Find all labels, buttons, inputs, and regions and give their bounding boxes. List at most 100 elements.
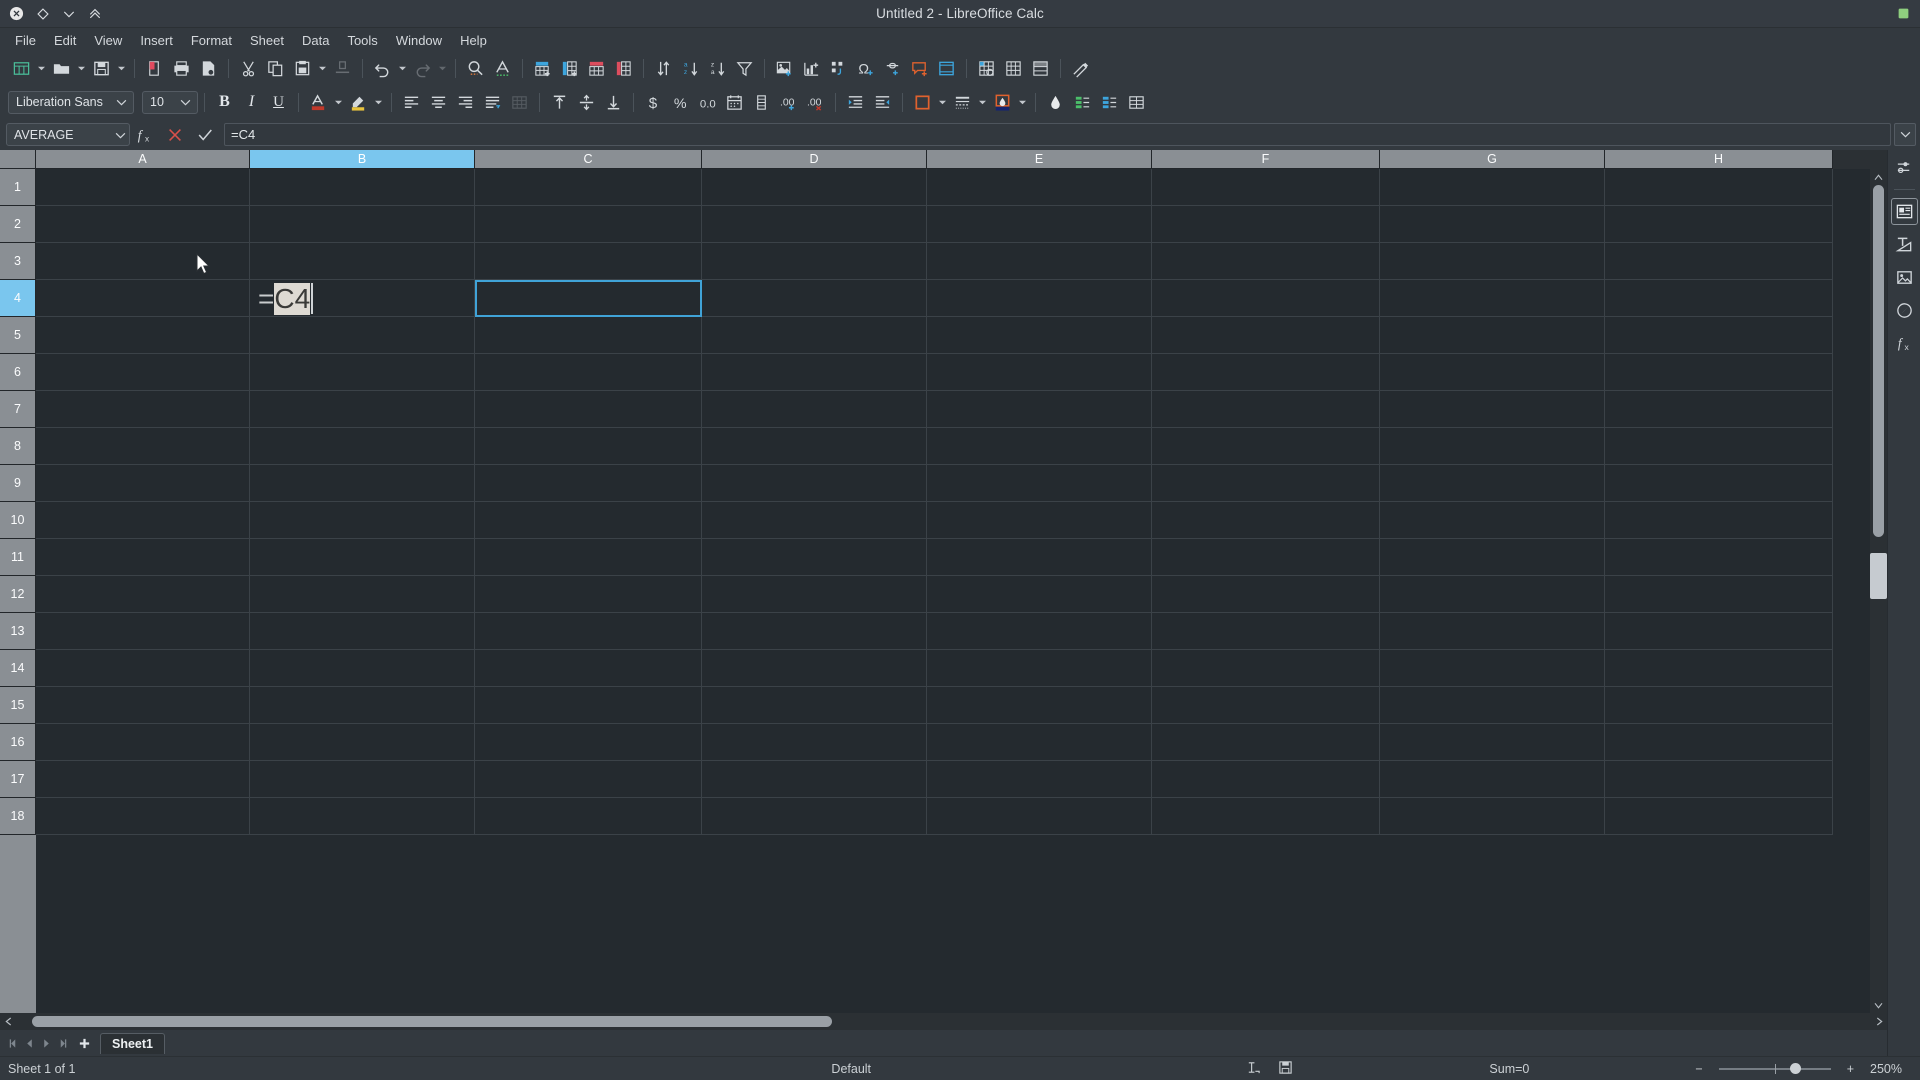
- cell-H2[interactable]: [1605, 206, 1833, 243]
- cell-H10[interactable]: [1605, 502, 1833, 539]
- open-file-button[interactable]: [48, 55, 75, 82]
- cell-A5[interactable]: [36, 317, 250, 354]
- horizontal-scroll-thumb[interactable]: [32, 1016, 832, 1027]
- menu-item-help[interactable]: Help: [451, 30, 496, 51]
- spelling-button[interactable]: [489, 55, 516, 82]
- cell-B16[interactable]: [250, 724, 475, 761]
- row-header-7[interactable]: 7: [0, 391, 36, 428]
- cell-G14[interactable]: [1380, 650, 1605, 687]
- horizontal-scroll-track[interactable]: [16, 1013, 1871, 1030]
- function-wizard-button[interactable]: fx: [130, 122, 160, 148]
- sort-descending-button[interactable]: za: [704, 55, 731, 82]
- cell-E13[interactable]: [927, 613, 1152, 650]
- cell-G15[interactable]: [1380, 687, 1605, 724]
- scroll-down-button[interactable]: [1870, 997, 1887, 1013]
- cell-C17[interactable]: [475, 761, 702, 798]
- cell-E15[interactable]: [927, 687, 1152, 724]
- accept-formula-button[interactable]: [190, 122, 220, 148]
- row-header-2[interactable]: 2: [0, 206, 36, 243]
- cell-H14[interactable]: [1605, 650, 1833, 687]
- align-right-button[interactable]: [452, 89, 479, 116]
- column-header-a[interactable]: A: [36, 150, 250, 169]
- column-header-c[interactable]: C: [475, 150, 702, 169]
- zoom-slider-knob[interactable]: [1789, 1062, 1801, 1074]
- menu-item-view[interactable]: View: [85, 30, 131, 51]
- cell-E17[interactable]: [927, 761, 1152, 798]
- zoom-slider-track[interactable]: [1718, 1062, 1831, 1074]
- delete-row-button[interactable]: [583, 55, 610, 82]
- row-header-8[interactable]: 8: [0, 428, 36, 465]
- add-decimal-button[interactable]: .00: [775, 89, 802, 116]
- cell-E9[interactable]: [927, 465, 1152, 502]
- cell-D12[interactable]: [702, 576, 927, 613]
- redo-button[interactable]: [409, 55, 436, 82]
- page-style-status[interactable]: Default: [823, 1062, 879, 1076]
- styles-button[interactable]: [1096, 89, 1123, 116]
- define-print-area-button[interactable]: [1027, 55, 1054, 82]
- cell-F10[interactable]: [1152, 502, 1380, 539]
- cell-C3[interactable]: [475, 243, 702, 280]
- row-header-4[interactable]: 4: [0, 280, 36, 317]
- sidebar-settings-icon[interactable]: [1891, 154, 1918, 181]
- cell-C4[interactable]: [475, 280, 702, 317]
- insert-chart-button[interactable]: [798, 55, 825, 82]
- first-sheet-icon[interactable]: [4, 1032, 21, 1054]
- cell-A12[interactable]: [36, 576, 250, 613]
- sidebar-item-gallery[interactable]: [1891, 264, 1918, 291]
- menu-item-sheet[interactable]: Sheet: [241, 30, 293, 51]
- cell-A11[interactable]: [36, 539, 250, 576]
- horizontal-scrollbar[interactable]: [0, 1013, 1887, 1030]
- align-left-button[interactable]: [398, 89, 425, 116]
- cell-H7[interactable]: [1605, 391, 1833, 428]
- cell-G10[interactable]: [1380, 502, 1605, 539]
- cell-F1[interactable]: [1152, 169, 1380, 206]
- cell-E18[interactable]: [927, 798, 1152, 835]
- paste-dropdown[interactable]: [316, 55, 329, 82]
- cell-B7[interactable]: [250, 391, 475, 428]
- bold-button[interactable]: B: [211, 89, 238, 116]
- clone-formatting-button[interactable]: [329, 55, 356, 82]
- row-header-16[interactable]: 16: [0, 724, 36, 761]
- cell-D6[interactable]: [702, 354, 927, 391]
- cell-H3[interactable]: [1605, 243, 1833, 280]
- cell-E3[interactable]: [927, 243, 1152, 280]
- cell-A16[interactable]: [36, 724, 250, 761]
- cell-F8[interactable]: [1152, 428, 1380, 465]
- cell-B8[interactable]: [250, 428, 475, 465]
- cell-E7[interactable]: [927, 391, 1152, 428]
- cell-A4[interactable]: [36, 280, 250, 317]
- cell-D9[interactable]: [702, 465, 927, 502]
- cell-E8[interactable]: [927, 428, 1152, 465]
- background-color-button[interactable]: [1042, 89, 1069, 116]
- cell-H12[interactable]: [1605, 576, 1833, 613]
- insert-image-button[interactable]: [771, 55, 798, 82]
- cell-A1[interactable]: [36, 169, 250, 206]
- cell-B14[interactable]: [250, 650, 475, 687]
- column-header-h[interactable]: H: [1605, 150, 1833, 169]
- insert-row-button[interactable]: [529, 55, 556, 82]
- row-header-5[interactable]: 5: [0, 317, 36, 354]
- cell-E6[interactable]: [927, 354, 1152, 391]
- borders-button[interactable]: [909, 89, 936, 116]
- reject-formula-button[interactable]: [160, 122, 190, 148]
- cell-C14[interactable]: [475, 650, 702, 687]
- cell-E1[interactable]: [927, 169, 1152, 206]
- cell-G2[interactable]: [1380, 206, 1605, 243]
- cell-C8[interactable]: [475, 428, 702, 465]
- cell-D18[interactable]: [702, 798, 927, 835]
- cell-F12[interactable]: [1152, 576, 1380, 613]
- new-document-dropdown[interactable]: [35, 55, 48, 82]
- cell-G12[interactable]: [1380, 576, 1605, 613]
- cell-F13[interactable]: [1152, 613, 1380, 650]
- cell-A15[interactable]: [36, 687, 250, 724]
- cell-G9[interactable]: [1380, 465, 1605, 502]
- chevron-down-icon[interactable]: [60, 5, 77, 22]
- hyperlink-button[interactable]: [879, 55, 906, 82]
- pivot-table-button[interactable]: [825, 55, 852, 82]
- menu-item-tools[interactable]: Tools: [338, 30, 386, 51]
- sidebar-item-navigator[interactable]: [1891, 297, 1918, 324]
- previous-sheet-icon[interactable]: [21, 1032, 38, 1054]
- cell-E5[interactable]: [927, 317, 1152, 354]
- font-name-combobox[interactable]: Liberation Sans: [8, 90, 134, 114]
- sidebar-item-properties[interactable]: [1890, 198, 1918, 225]
